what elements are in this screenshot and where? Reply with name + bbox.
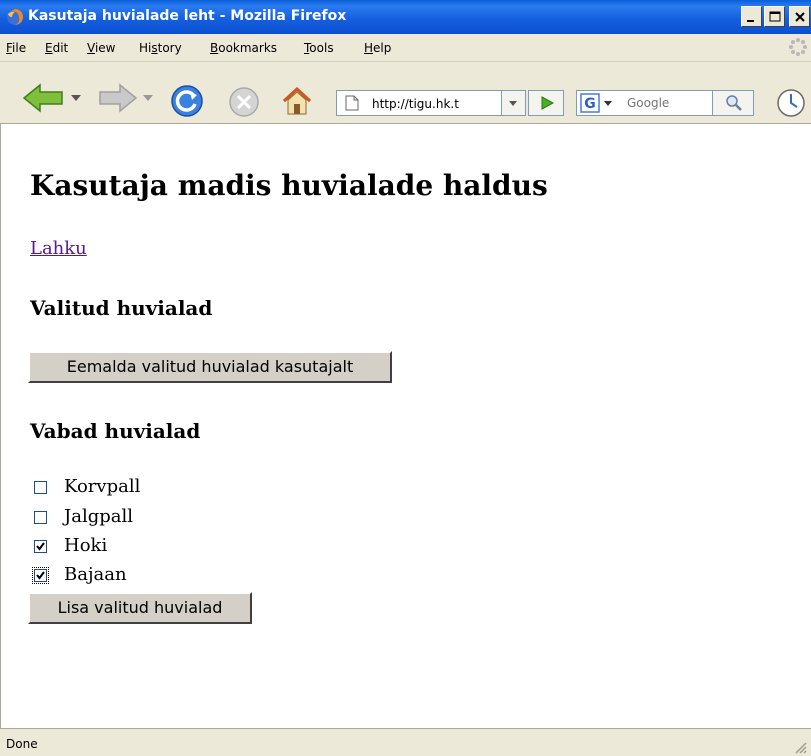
logout-link[interactable]: Lahku xyxy=(30,238,87,259)
selected-interests-heading: Valitud huvialad xyxy=(30,296,213,320)
free-interests-heading: Vabad huvialad xyxy=(30,419,201,443)
google-icon[interactable]: G xyxy=(580,93,622,113)
go-button[interactable] xyxy=(528,90,564,116)
throbber-icon xyxy=(789,38,807,56)
svg-text:G: G xyxy=(584,96,596,112)
menu-view[interactable]: View xyxy=(87,41,115,55)
reload-icon[interactable] xyxy=(170,84,204,118)
go-icon xyxy=(541,96,555,110)
menu-tools[interactable]: Tools xyxy=(304,41,334,55)
minimize-icon xyxy=(747,20,754,22)
clock-icon[interactable] xyxy=(776,88,806,118)
interest-label: Bajaan xyxy=(64,564,127,585)
minimize-button[interactable] xyxy=(741,6,762,27)
forward-dropdown-icon[interactable] xyxy=(142,93,154,103)
page-icon xyxy=(345,95,359,111)
stop-icon[interactable] xyxy=(228,86,260,118)
back-dropdown-icon[interactable] xyxy=(70,93,82,103)
checkbox-jalgpall[interactable] xyxy=(34,511,47,524)
page-title: Kasutaja madis huvialade haldus xyxy=(30,169,548,202)
firefox-icon[interactable] xyxy=(6,8,24,26)
menu-help[interactable]: Help xyxy=(364,41,391,55)
status-bar: Done xyxy=(0,728,811,756)
url-text[interactable]: http://tigu.hk.t xyxy=(372,97,459,111)
url-dropdown-button[interactable] xyxy=(502,90,526,116)
checkbox-korvpall[interactable] xyxy=(34,481,47,494)
menu-file[interactable]: File xyxy=(6,41,26,55)
menu-history[interactable]: History xyxy=(139,41,182,55)
browser-window: Kasutaja huvialade leht - Mozilla Firefo… xyxy=(0,0,811,756)
status-text: Done xyxy=(6,737,38,751)
search-icon xyxy=(726,95,742,111)
title-bar[interactable]: Kasutaja huvialade leht - Mozilla Firefo… xyxy=(0,0,811,34)
menu-bookmarks[interactable]: Bookmarks xyxy=(210,41,277,55)
window-title: Kasutaja huvialade leht - Mozilla Firefo… xyxy=(28,8,347,24)
search-input[interactable] xyxy=(627,93,707,112)
close-button[interactable] xyxy=(789,6,810,27)
checkbox-bajaan[interactable] xyxy=(32,567,49,584)
close-icon xyxy=(795,12,805,22)
interest-label: Hoki xyxy=(64,535,108,556)
page-content: Kasutaja madis huvialade haldus Lahku Va… xyxy=(0,124,811,728)
forward-icon[interactable] xyxy=(98,82,138,114)
maximize-icon xyxy=(769,11,781,22)
maximize-button[interactable] xyxy=(764,6,785,27)
menu-edit[interactable]: Edit xyxy=(45,41,68,55)
dropdown-icon xyxy=(509,101,517,106)
add-selected-button[interactable]: Lisa valitud huvialad xyxy=(28,592,252,624)
checkmark-icon xyxy=(36,542,45,551)
search-button[interactable] xyxy=(712,90,754,116)
checkmark-icon xyxy=(36,571,45,580)
menu-bar: File Edit View History Bookmarks Tools H… xyxy=(0,34,811,62)
interest-label: Korvpall xyxy=(64,476,141,497)
remove-selected-button[interactable]: Eemalda valitud huvialad kasutajalt xyxy=(28,351,392,383)
interest-label: Jalgpall xyxy=(64,506,133,527)
checkbox-hoki[interactable] xyxy=(34,540,47,553)
home-icon[interactable] xyxy=(280,84,314,118)
back-icon[interactable] xyxy=(22,82,66,114)
resize-grip-icon[interactable] xyxy=(793,740,807,754)
